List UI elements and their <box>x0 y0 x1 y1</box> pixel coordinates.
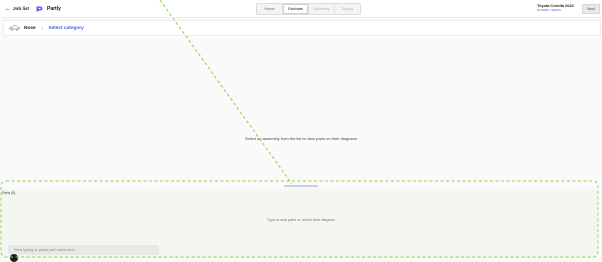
diagram-empty-message: Select an assembly from the list to view… <box>244 136 358 141</box>
step-supply[interactable]: Supply <box>335 4 360 14</box>
parts-title: Parts (0) <box>2 191 16 195</box>
breadcrumb-root[interactable]: Nose <box>24 26 36 31</box>
breadcrumb-separator: > <box>40 25 44 31</box>
vehicle-details[interactable]: R1A0350 · SEDAN <box>537 8 577 12</box>
step-estimate[interactable]: Estimate <box>283 4 309 14</box>
parts-empty-message: Type to add parts or select from diagram <box>266 218 336 222</box>
breadcrumb: Nose > Select category <box>3 20 601 36</box>
car-outline-icon <box>9 25 20 31</box>
back-to-job-list-button[interactable]: ← Job list <box>5 4 29 13</box>
breadcrumb-current[interactable]: Select category <box>48 26 83 31</box>
workflow-steps: Home Estimate Summary Supply <box>256 3 361 15</box>
brand: Partly <box>36 4 61 13</box>
part-search-input[interactable] <box>8 245 159 255</box>
dark-circle-button-icon[interactable] <box>10 254 18 262</box>
step-home[interactable]: Home <box>257 4 283 14</box>
drawer-drag-handle[interactable] <box>284 185 318 187</box>
partly-logo-icon <box>36 6 43 11</box>
top-bar: ← Job list Partly Home Estimate Summary … <box>0 0 602 18</box>
vehicle-info: Toyota Corolla 2023 R1A0350 · SEDAN <box>537 3 577 12</box>
arrow-left-icon: ← <box>5 5 11 12</box>
back-label: Job list <box>13 6 30 11</box>
brand-name: Partly <box>47 5 61 12</box>
next-button[interactable]: Next <box>582 4 600 14</box>
step-summary[interactable]: Summary <box>309 4 335 14</box>
